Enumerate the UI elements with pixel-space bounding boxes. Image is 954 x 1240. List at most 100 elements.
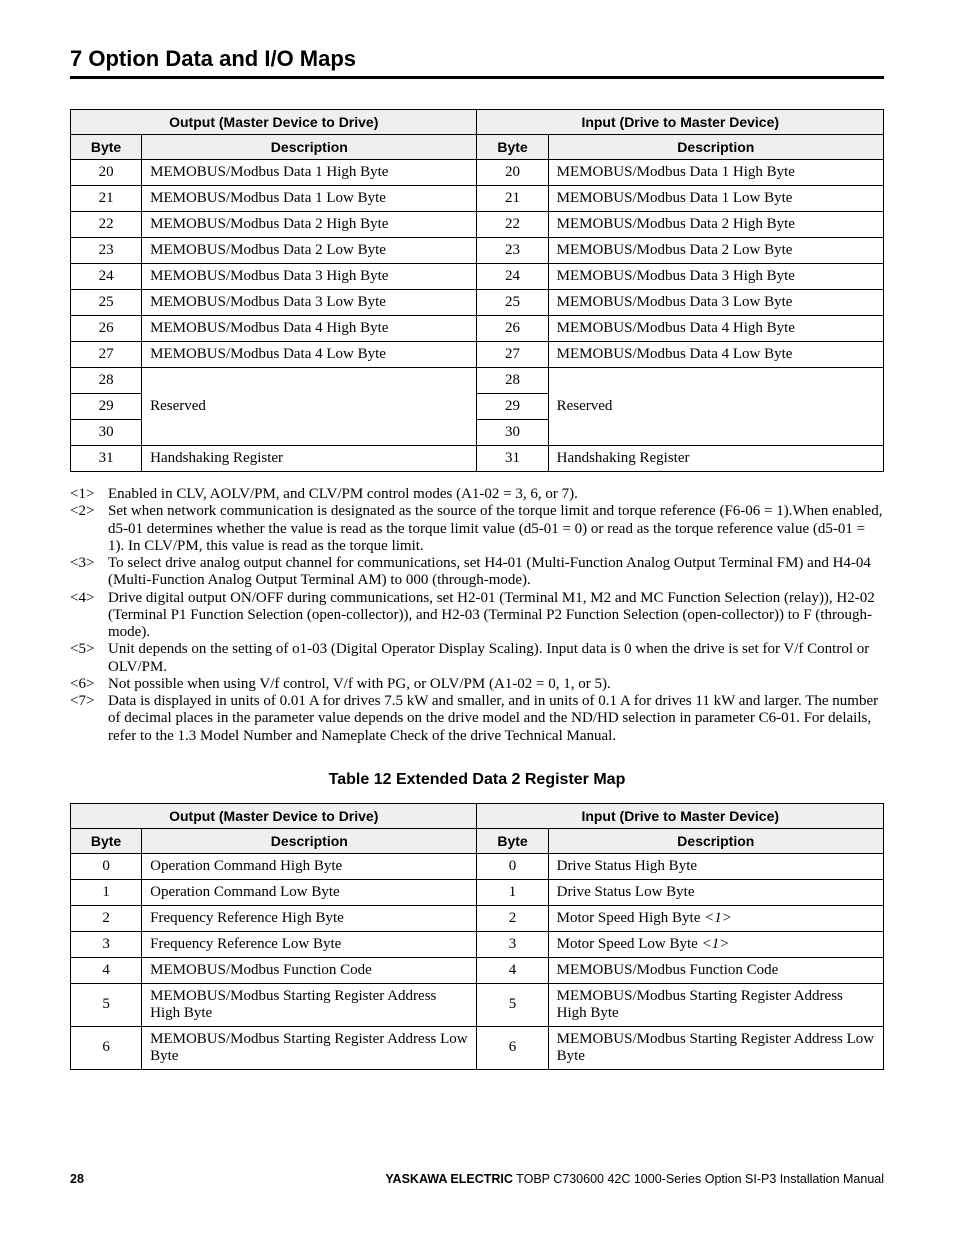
cell-desc: MEMOBUS/Modbus Data 3 Low Byte: [548, 290, 883, 316]
cell-byte: 3: [71, 931, 142, 957]
cell-byte: 5: [71, 983, 142, 1026]
th-output-group: Output (Master Device to Drive): [71, 110, 477, 135]
footnote-tag: <1>: [70, 486, 108, 503]
footnote-tag: <5>: [70, 641, 108, 676]
table-row: 0Operation Command High Byte0Drive Statu…: [71, 853, 884, 879]
cell-desc: MEMOBUS/Modbus Data 3 High Byte: [548, 264, 883, 290]
cell-byte: 4: [477, 957, 548, 983]
cell-desc: MEMOBUS/Modbus Data 3 High Byte: [142, 264, 477, 290]
footnote-text: Set when network communication is design…: [108, 503, 884, 555]
cell-desc: MEMOBUS/Modbus Data 4 Low Byte: [548, 342, 883, 368]
footnote: <5>Unit depends on the setting of o1-03 …: [70, 641, 884, 676]
cell-byte: 5: [477, 983, 548, 1026]
cell-byte: 30: [477, 420, 548, 446]
cell-byte: 1: [477, 879, 548, 905]
table-row: 6MEMOBUS/Modbus Starting Register Addres…: [71, 1026, 884, 1069]
table-row: 4MEMOBUS/Modbus Function Code4MEMOBUS/Mo…: [71, 957, 884, 983]
cell-byte: 2: [71, 905, 142, 931]
cell-desc: MEMOBUS/Modbus Data 4 Low Byte: [142, 342, 477, 368]
cell-desc: MEMOBUS/Modbus Data 1 High Byte: [142, 160, 477, 186]
heading-rule: [70, 76, 884, 79]
table-row: 24MEMOBUS/Modbus Data 3 High Byte24MEMOB…: [71, 264, 884, 290]
cell-byte: 4: [71, 957, 142, 983]
cell-desc: Frequency Reference Low Byte: [142, 931, 477, 957]
table-row: Output (Master Device to Drive) Input (D…: [71, 803, 884, 828]
cell-desc: Motor Speed Low Byte <1>: [548, 931, 883, 957]
cell-desc: MEMOBUS/Modbus Data 1 Low Byte: [548, 186, 883, 212]
cell-byte: 31: [477, 446, 548, 472]
publication-info: YASKAWA ELECTRIC TOBP C730600 42C 1000-S…: [385, 1172, 884, 1186]
cell-desc: Operation Command Low Byte: [142, 879, 477, 905]
table-io-map-continued: Output (Master Device to Drive) Input (D…: [70, 109, 884, 472]
cell-byte: 30: [71, 420, 142, 446]
cell-desc: MEMOBUS/Modbus Function Code: [548, 957, 883, 983]
cell-desc: MEMOBUS/Modbus Data 2 Low Byte: [548, 238, 883, 264]
footnote: <4>Drive digital output ON/OFF during co…: [70, 590, 884, 642]
footnote-tag: <4>: [70, 590, 108, 642]
table-row: 26MEMOBUS/Modbus Data 4 High Byte26MEMOB…: [71, 316, 884, 342]
cell-byte: 20: [71, 160, 142, 186]
cell-desc: MEMOBUS/Modbus Data 2 Low Byte: [142, 238, 477, 264]
cell-desc: MEMOBUS/Modbus Starting Register Address…: [142, 1026, 477, 1069]
cell-byte: 27: [477, 342, 548, 368]
cell-byte: 29: [477, 394, 548, 420]
cell-byte: 24: [477, 264, 548, 290]
cell-byte: 22: [477, 212, 548, 238]
page-number: 28: [70, 1172, 84, 1186]
cell-byte: 23: [477, 238, 548, 264]
cell-desc: MEMOBUS/Modbus Function Code: [142, 957, 477, 983]
footnote-text: To select drive analog output channel fo…: [108, 555, 884, 590]
cell-byte: 25: [71, 290, 142, 316]
footnote: <7>Data is displayed in units of 0.01 A …: [70, 693, 884, 745]
table-row: 31Handshaking Register31Handshaking Regi…: [71, 446, 884, 472]
cell-desc: Drive Status Low Byte: [548, 879, 883, 905]
cell-desc: MEMOBUS/Modbus Starting Register Address…: [142, 983, 477, 1026]
table-row: Byte Description Byte Description: [71, 135, 884, 160]
cell-byte: 6: [71, 1026, 142, 1069]
footnote-text: Drive digital output ON/OFF during commu…: [108, 590, 884, 642]
cell-byte: 21: [71, 186, 142, 212]
cell-byte: 27: [71, 342, 142, 368]
section-heading: 7 Option Data and I/O Maps: [70, 46, 884, 72]
cell-desc: Operation Command High Byte: [142, 853, 477, 879]
cell-desc: MEMOBUS/Modbus Data 1 Low Byte: [142, 186, 477, 212]
th-input-group: Input (Drive to Master Device): [477, 110, 884, 135]
th-byte: Byte: [477, 828, 548, 853]
cell-desc: Handshaking Register: [142, 446, 477, 472]
cell-desc: Drive Status High Byte: [548, 853, 883, 879]
ref-marker: <1>: [702, 936, 730, 952]
cell-byte: 28: [71, 368, 142, 394]
cell-byte: 21: [477, 186, 548, 212]
th-byte: Byte: [71, 828, 142, 853]
cell-byte: 25: [477, 290, 548, 316]
footnote-text: Data is displayed in units of 0.01 A for…: [108, 693, 884, 745]
table-row: 5MEMOBUS/Modbus Starting Register Addres…: [71, 983, 884, 1026]
cell-byte: 29: [71, 394, 142, 420]
footnote-tag: <6>: [70, 676, 108, 693]
table-row: 2Frequency Reference High Byte2Motor Spe…: [71, 905, 884, 931]
cell-desc: Reserved: [548, 368, 883, 446]
footnote: <2>Set when network communication is des…: [70, 503, 884, 555]
brand-name: YASKAWA ELECTRIC: [385, 1172, 513, 1186]
th-desc: Description: [142, 828, 477, 853]
footnotes: <1>Enabled in CLV, AOLV/PM, and CLV/PM c…: [70, 486, 884, 745]
cell-desc: MEMOBUS/Modbus Data 4 High Byte: [548, 316, 883, 342]
cell-desc: MEMOBUS/Modbus Starting Register Address…: [548, 1026, 883, 1069]
page-footer: 28 YASKAWA ELECTRIC TOBP C730600 42C 100…: [70, 1172, 884, 1186]
cell-byte: 31: [71, 446, 142, 472]
table-row: 23MEMOBUS/Modbus Data 2 Low Byte23MEMOBU…: [71, 238, 884, 264]
table-row: Output (Master Device to Drive) Input (D…: [71, 110, 884, 135]
ref-marker: <1>: [704, 910, 732, 926]
footnote-tag: <7>: [70, 693, 108, 745]
cell-byte: 6: [477, 1026, 548, 1069]
footnote-text: Not possible when using V/f control, V/f…: [108, 676, 884, 693]
cell-desc: MEMOBUS/Modbus Starting Register Address…: [548, 983, 883, 1026]
th-byte: Byte: [71, 135, 142, 160]
th-desc: Description: [548, 135, 883, 160]
cell-desc: Frequency Reference High Byte: [142, 905, 477, 931]
footnote: <3>To select drive analog output channel…: [70, 555, 884, 590]
table-row: 28Reserved28Reserved: [71, 368, 884, 394]
th-desc: Description: [142, 135, 477, 160]
table-row: Byte Description Byte Description: [71, 828, 884, 853]
cell-byte: 3: [477, 931, 548, 957]
